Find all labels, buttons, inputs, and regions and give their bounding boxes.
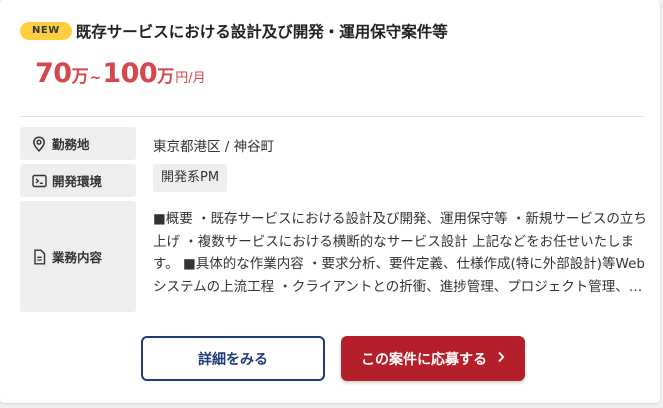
new-badge: NEW: [20, 22, 72, 40]
salary-min: 70: [35, 58, 72, 89]
salary-max: 100: [102, 58, 158, 89]
apply-button[interactable]: この案件に応募する: [341, 336, 525, 381]
terminal-icon: [31, 173, 47, 189]
salary-period: 円/月: [175, 71, 206, 86]
salary-min-unit: 万: [71, 67, 89, 87]
salary-max-unit: 万: [157, 67, 175, 87]
job-title[interactable]: 既存サービスにおける設計及び開発・運用保守案件等: [76, 20, 448, 42]
divider: [20, 116, 644, 117]
location-pin-icon: [31, 135, 47, 152]
view-details-button[interactable]: 詳細をみる: [141, 336, 325, 381]
environment-tag: 開発系PM: [153, 164, 228, 192]
view-details-label: 詳細をみる: [198, 351, 268, 368]
location-label: 勤務地: [20, 127, 136, 160]
job-card: NEW 既存サービスにおける設計及び開発・運用保守案件等 70 万 ~ 100 …: [0, 0, 660, 403]
chevron-right-icon: [497, 351, 505, 367]
document-icon: [31, 249, 47, 265]
description-label-text: 業務内容: [52, 250, 103, 265]
salary-range: 70 万 ~ 100 万 円/月: [35, 58, 206, 89]
environment-label-text: 開発環境: [52, 174, 103, 189]
environment-label: 開発環境: [20, 164, 136, 197]
location-value: 東京都港区 / 神谷町: [153, 139, 275, 155]
location-label-text: 勤務地: [52, 137, 90, 152]
salary-separator: ~: [89, 70, 102, 86]
description-text: ■概要 ・既存サービスにおける設計及び開発、運用保守等 ・新規サービスの立ち上げ…: [153, 211, 647, 295]
apply-label: この案件に応募する: [361, 351, 487, 368]
description-label: 業務内容: [20, 201, 136, 312]
job-header: NEW 既存サービスにおける設計及び開発・運用保守案件等: [20, 20, 448, 42]
